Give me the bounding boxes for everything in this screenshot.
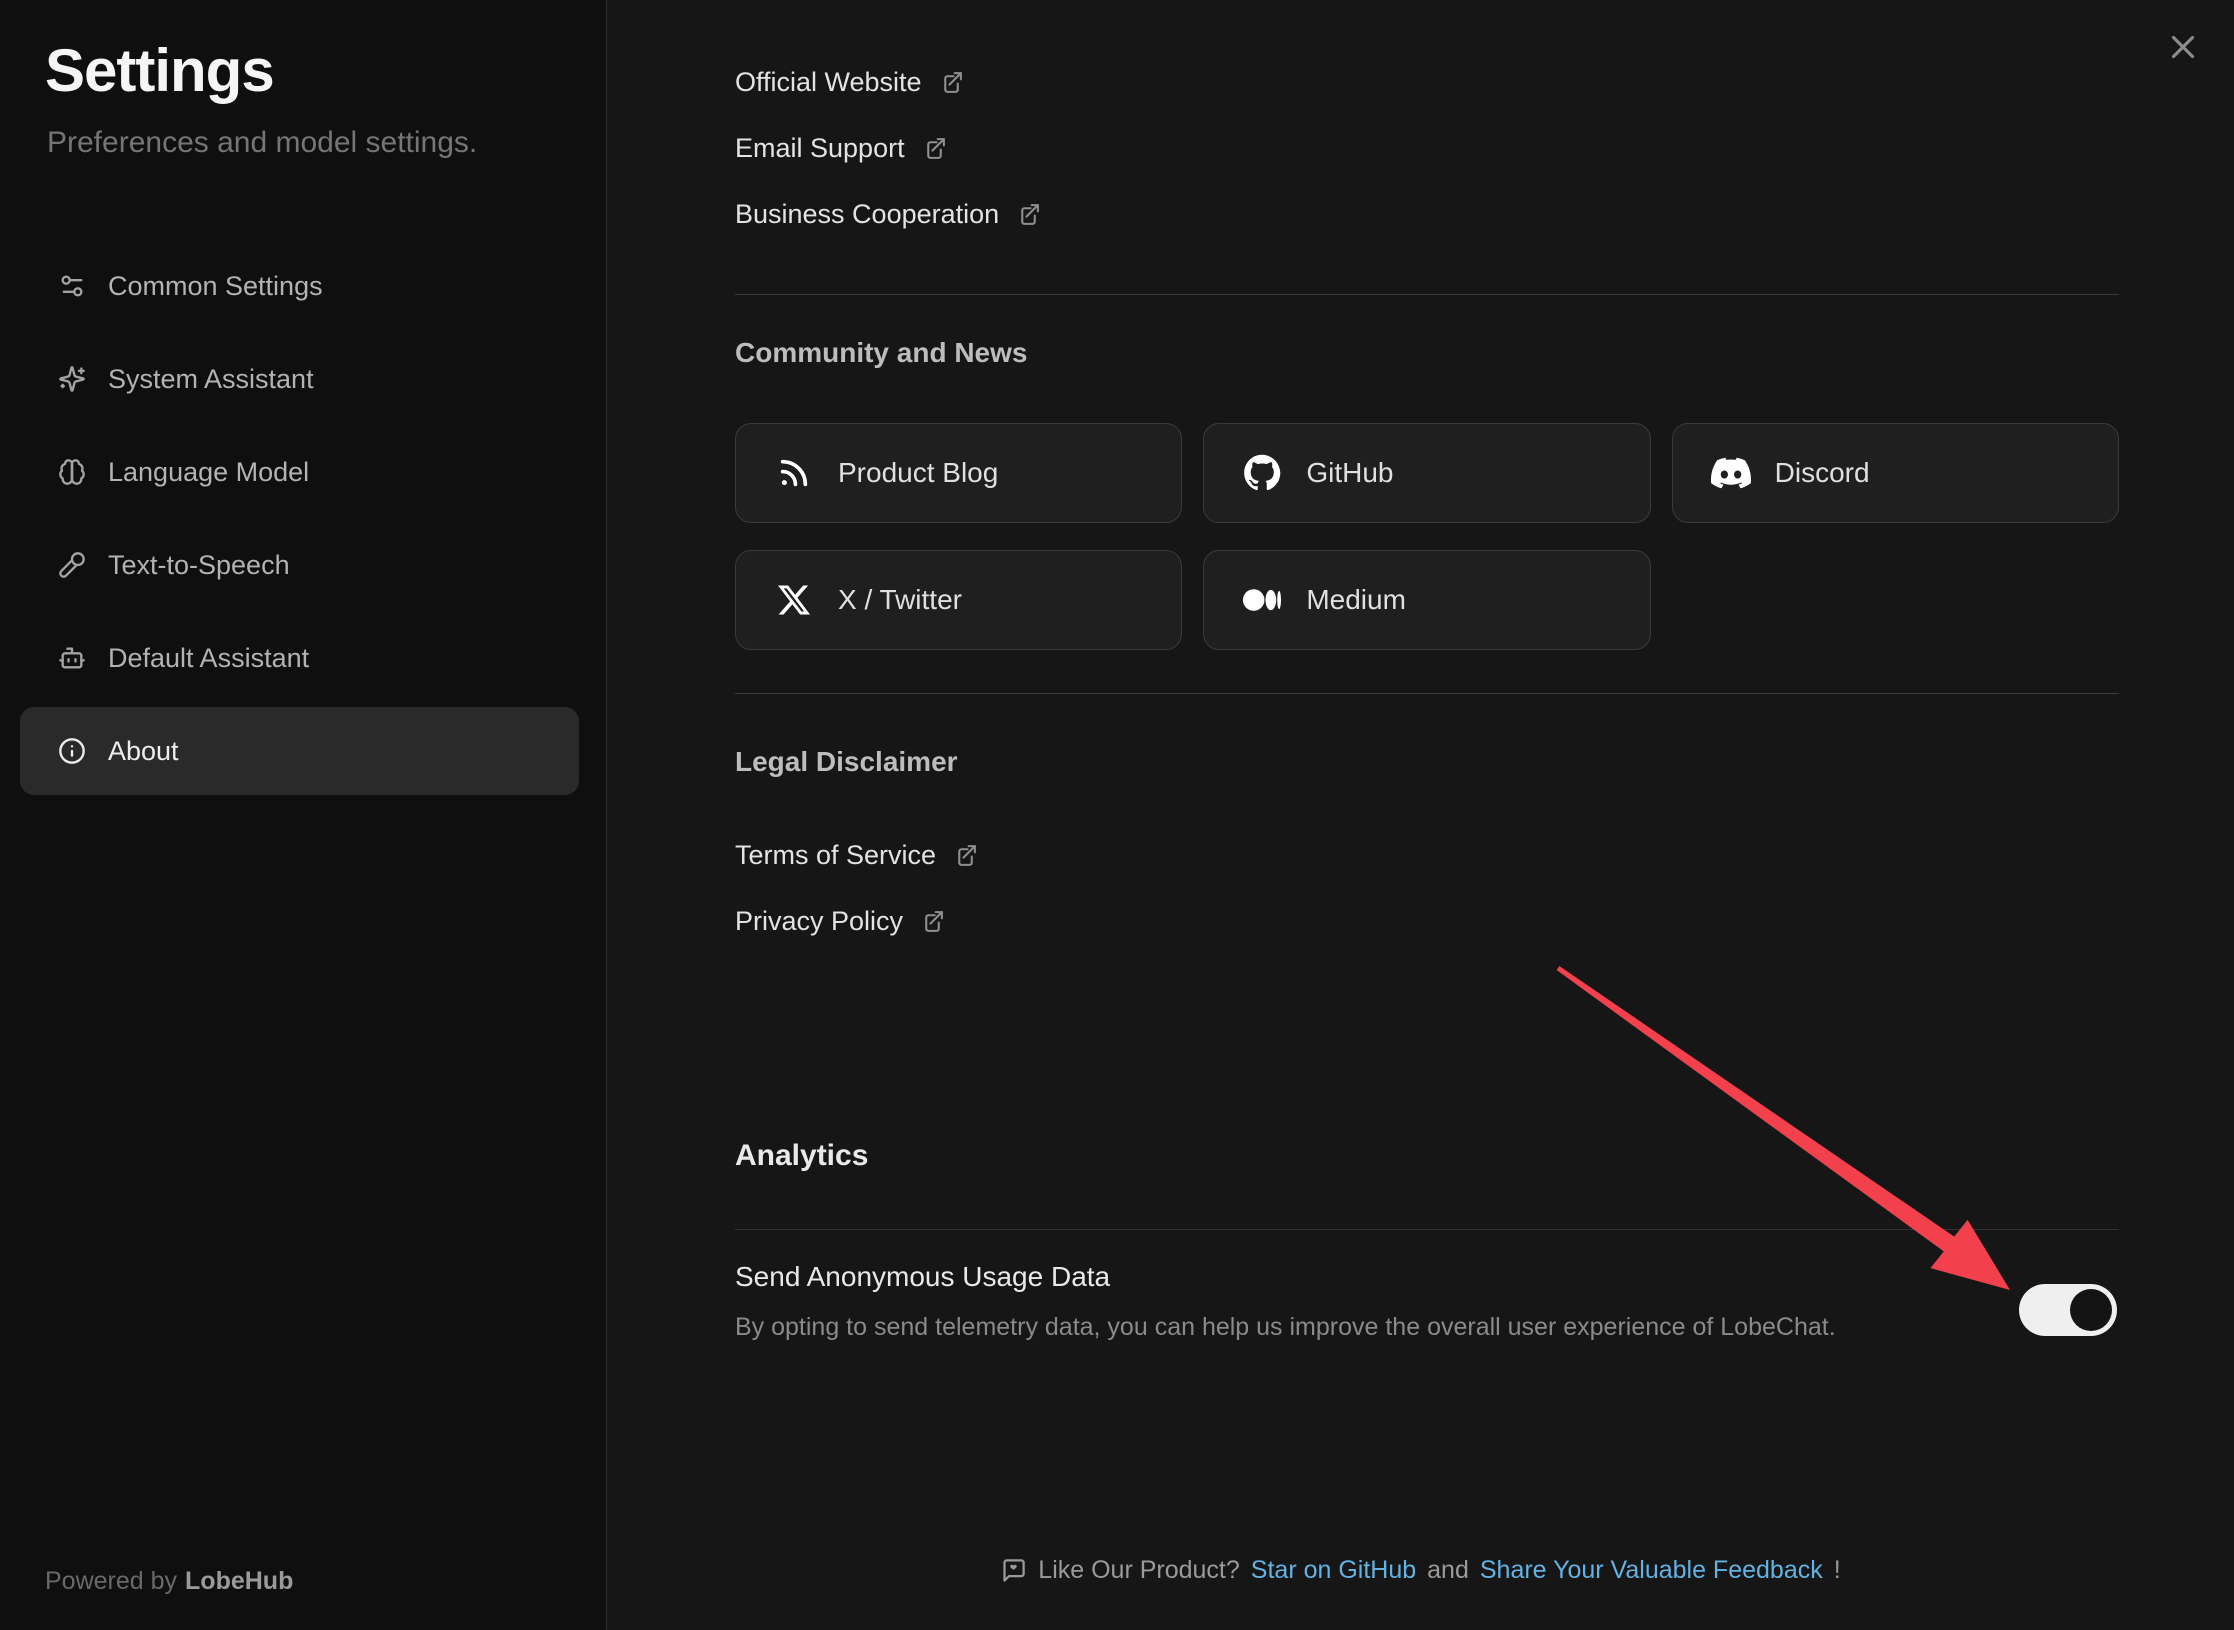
external-link-icon [939,70,964,95]
discord-icon [1711,453,1751,493]
close-icon[interactable] [2164,28,2202,66]
email-support-link[interactable]: Email Support [735,115,2119,181]
sparkles-icon [58,365,86,393]
mic-icon [58,551,86,579]
legal-links: Terms of Service Privacy Policy [735,822,2119,954]
terms-of-service-link[interactable]: Terms of Service [735,822,2119,888]
sliders-icon [58,272,86,300]
external-link-icon [922,136,947,161]
brand-lobehub[interactable]: LobeHub [185,1567,293,1595]
page-title: Settings [45,36,274,105]
x-twitter-button[interactable]: X / Twitter [735,550,1182,650]
button-label: X / Twitter [838,584,962,616]
medium-button[interactable]: Medium [1203,550,1650,650]
panel-footer: Like Our Product? Star on GitHub and Sha… [607,1556,2234,1585]
share-feedback-link[interactable]: Share Your Valuable Feedback [1480,1556,1823,1585]
send-usage-data-toggle[interactable] [2019,1284,2117,1336]
button-label: Product Blog [838,457,998,489]
powered-by-text: Powered by [45,1567,177,1595]
sidebar-item-default-assistant[interactable]: Default Assistant [20,614,579,702]
button-label: GitHub [1306,457,1393,489]
community-heading: Community and News [735,332,1027,374]
button-label: Medium [1306,584,1406,616]
product-blog-button[interactable]: Product Blog [735,423,1182,523]
analytics-heading: Analytics [735,1134,868,1178]
legal-heading: Legal Disclaimer [735,741,958,783]
external-link-icon [920,909,945,934]
about-panel: Contact Us Official Website Email Suppor… [607,0,2234,1630]
settings-sidebar: Settings Preferences and model settings.… [0,0,607,1630]
send-usage-data-row: Send Anonymous Usage Data By opting to s… [735,1253,2119,1349]
sidebar-item-label: System Assistant [108,364,314,395]
button-label: Discord [1775,457,1870,489]
sidebar-item-text-to-speech[interactable]: Text-to-Speech [20,521,579,609]
star-on-github-link[interactable]: Star on GitHub [1251,1556,1416,1585]
section-divider [735,1229,2119,1230]
github-icon [1242,453,1282,493]
setting-description: By opting to send telemetry data, you ca… [735,1305,2119,1349]
sidebar-item-system-assistant[interactable]: System Assistant [20,335,579,423]
section-divider [735,693,2119,694]
link-label: Email Support [735,133,905,164]
business-cooperation-link[interactable]: Business Cooperation [735,181,2119,247]
sidebar-item-label: Common Settings [108,271,323,302]
medium-icon [1242,580,1282,620]
sidebar-item-label: Language Model [108,457,309,488]
sidebar-item-language-model[interactable]: Language Model [20,428,579,516]
sidebar-item-label: Text-to-Speech [108,550,290,581]
section-divider [735,294,2119,295]
info-icon [58,737,86,765]
settings-nav: Common Settings System Assistant Languag… [20,242,579,800]
sidebar-item-label: About [108,736,179,767]
sidebar-item-common-settings[interactable]: Common Settings [20,242,579,330]
toggle-knob [2070,1289,2112,1331]
setting-label: Send Anonymous Usage Data [735,1253,2119,1301]
external-link-icon [953,843,978,868]
brain-icon [58,458,86,486]
link-label: Terms of Service [735,840,936,871]
sidebar-item-about[interactable]: About [20,707,579,795]
contact-links: Official Website Email Support Business … [735,49,2119,247]
footer-text-and: and [1427,1556,1469,1585]
github-button[interactable]: GitHub [1203,423,1650,523]
link-label: Official Website [735,67,922,98]
link-label: Privacy Policy [735,906,903,937]
footer-text-suffix: ! [1834,1556,1841,1585]
sidebar-item-label: Default Assistant [108,643,309,674]
contact-heading: Contact Us [735,0,883,5]
official-website-link[interactable]: Official Website [735,49,2119,115]
external-link-icon [1016,202,1041,227]
page-subtitle: Preferences and model settings. [47,126,477,160]
bot-icon [58,644,86,672]
privacy-policy-link[interactable]: Privacy Policy [735,888,2119,954]
powered-by: Powered by LobeHub [45,1567,293,1596]
message-heart-icon [1000,1557,1027,1584]
community-buttons: Product Blog GitHub Discord X / Twitter … [735,423,2119,650]
link-label: Business Cooperation [735,199,999,230]
discord-button[interactable]: Discord [1672,423,2119,523]
x-twitter-icon [774,580,814,620]
rss-icon [774,453,814,493]
footer-text-prefix: Like Our Product? [1038,1556,1240,1585]
